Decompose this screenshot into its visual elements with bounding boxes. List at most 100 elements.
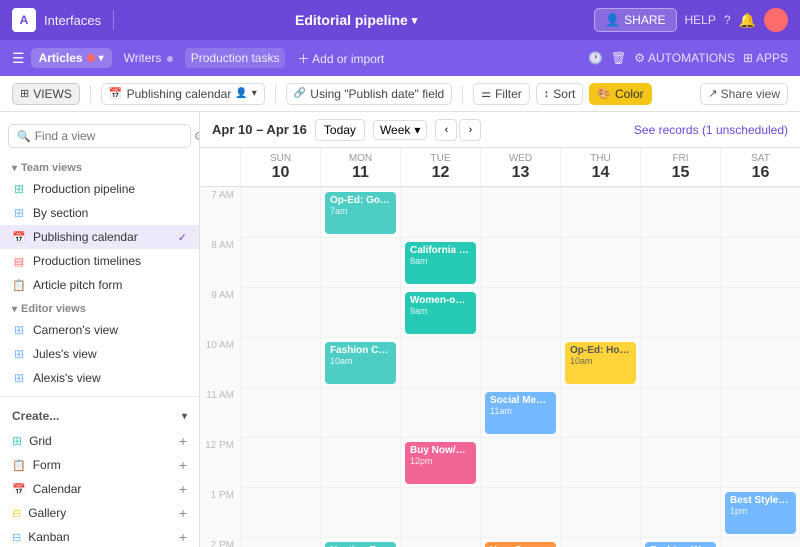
event-title: Op-Ed: How Lockd... <box>570 345 631 356</box>
hour-line <box>481 487 560 537</box>
hour-line <box>481 287 560 337</box>
user-avatar[interactable] <box>764 8 788 32</box>
grid-plus-icon[interactable]: + <box>179 433 187 449</box>
calendar-event[interactable]: Buy Now/Pay Later ...12pm <box>405 442 476 484</box>
calendar-event[interactable]: Op-Ed: Google and...7am <box>325 192 396 234</box>
help-button[interactable]: HELP <box>685 13 716 27</box>
hour-line <box>321 387 400 437</box>
create-gallery[interactable]: ⊟ Gallery + <box>0 501 199 525</box>
help-icon[interactable]: ? <box>724 13 731 27</box>
using-publish-date-button[interactable]: 🔗 Using "Publish date" field <box>286 83 452 105</box>
writers-tab[interactable]: Writers <box>118 48 179 68</box>
apps-grid-icon: ⊞ <box>743 51 753 65</box>
calendar-event[interactable]: Best Style Release...1pm <box>725 492 796 534</box>
filter-button[interactable]: ⚌ Filter <box>473 83 530 105</box>
share-view-button[interactable]: ↗ Share view <box>700 83 788 105</box>
hamburger-icon[interactable]: ☰ <box>12 50 25 67</box>
calendar-plus-icon[interactable]: + <box>179 481 187 497</box>
automations-button[interactable]: ⚙ AUTOMATIONS <box>634 51 735 65</box>
kanban-plus-icon[interactable]: + <box>179 529 187 545</box>
grid3-icon: ⊞ <box>12 323 26 337</box>
calendar-event[interactable]: California Gas Pric...8am <box>405 242 476 284</box>
logo-area: A Interfaces <box>12 8 101 32</box>
hour-line <box>481 237 560 287</box>
hour-line <box>401 187 480 237</box>
calendar-event[interactable]: Nesting Remains Pr...2pm <box>325 542 396 547</box>
create-calendar[interactable]: 📅 Calendar + <box>0 477 199 501</box>
calendar-event[interactable]: Social Media Apps ...11am <box>485 392 556 434</box>
sidebar-item-publishing-calendar[interactable]: 📅 Publishing calendar ✓ <box>0 225 199 249</box>
hour-line <box>641 437 720 487</box>
sidebar-item-by-section[interactable]: ⊞ By section <box>0 201 199 225</box>
team-views-arrow-icon: ▾ <box>12 163 17 174</box>
trash-icon[interactable]: 🗑 <box>611 51 626 65</box>
dropdown-arrow-icon[interactable]: ▾ <box>412 14 418 27</box>
hour-line <box>561 287 640 337</box>
time-label: 2 PM <box>200 537 240 547</box>
calendar-event[interactable]: Women-owned Bra...9am <box>405 292 476 334</box>
clock-icon[interactable]: 🕐 <box>588 51 603 65</box>
editor-views-section[interactable]: ▾ Editor views <box>0 297 199 318</box>
form-plus-icon[interactable]: + <box>179 457 187 473</box>
gallery-plus-icon[interactable]: + <box>179 505 187 521</box>
sidebar-item-article-pitch-form[interactable]: 📋 Article pitch form <box>0 273 199 297</box>
create-section[interactable]: Create... ▾ <box>0 403 199 429</box>
time-label: 9 AM <box>200 287 240 337</box>
search-icon: 🔍 <box>17 130 31 143</box>
event-time: 10am <box>330 356 391 366</box>
color-button[interactable]: 🎨 Color <box>589 83 651 105</box>
publishing-calendar-button[interactable]: 📅 Publishing calendar 👤 ▾ <box>101 83 265 105</box>
hour-line <box>641 337 720 387</box>
sidebar-item-production-pipeline[interactable]: ⊞ Production pipeline <box>0 177 199 201</box>
views-button[interactable]: ⊞ VIEWS <box>12 83 80 105</box>
event-title: Buy Now/Pay Later ... <box>410 445 471 456</box>
sort-button[interactable]: ↕ Sort <box>536 83 584 105</box>
prev-arrow[interactable]: ‹ <box>435 119 457 141</box>
sidebar-item-production-timelines[interactable]: ▤ Production timelines <box>0 249 199 273</box>
main-area: 🔍 ⚙ ▾ Team views ⊞ Production pipeline ⊞… <box>0 112 800 547</box>
hour-line <box>241 237 320 287</box>
sidebar-item-jules-view[interactable]: ⊞ Jules's view <box>0 342 199 366</box>
create-form[interactable]: 📋 Form + <box>0 453 199 477</box>
share-button[interactable]: 👤 SHARE <box>594 8 676 32</box>
event-time: 10am <box>570 356 631 366</box>
create-kanban[interactable]: ⊟ Kanban + <box>0 525 199 547</box>
team-views-section[interactable]: ▾ Team views <box>0 156 199 177</box>
calendar-event[interactable]: Fashion Weeks Bal...2pm <box>645 542 716 547</box>
next-arrow[interactable]: › <box>459 119 481 141</box>
event-time: 9am <box>410 306 471 316</box>
search-input[interactable] <box>35 129 190 143</box>
calendar-event[interactable]: Your Sneak Peek at...2pm <box>485 542 556 547</box>
editor-views-arrow-icon: ▾ <box>12 304 17 315</box>
people-icon: 👤 <box>235 88 247 99</box>
hour-line <box>721 337 800 387</box>
calendar-event[interactable]: Fashion Collaborati...10am <box>325 342 396 384</box>
hour-line <box>321 437 400 487</box>
day-header-wed: Wed 13 <box>480 148 560 186</box>
header-right: 👤 SHARE HELP ? 🔔 <box>594 8 788 32</box>
sidebar-item-alexis-view[interactable]: ⊞ Alexis's view <box>0 366 199 390</box>
hour-line <box>401 387 480 437</box>
see-records-link[interactable]: See records (1 unscheduled) <box>634 123 788 137</box>
sidebar-item-label: Production pipeline <box>33 182 135 196</box>
hour-line <box>241 187 320 237</box>
sort-icon: ↕ <box>544 88 550 100</box>
hour-line <box>401 337 480 387</box>
today-button[interactable]: Today <box>315 119 365 141</box>
calendar-event[interactable]: Op-Ed: How Lockd...10am <box>565 342 636 384</box>
time-label: 10 AM <box>200 337 240 387</box>
filter-icon: ⚌ <box>481 87 491 100</box>
production-tasks-tab[interactable]: Production tasks <box>185 48 286 68</box>
sidebar-item-camerons-view[interactable]: ⊞ Cameron's view <box>0 318 199 342</box>
nav-arrows: ‹ › <box>435 119 481 141</box>
apps-button[interactable]: ⊞ APPS <box>743 51 788 65</box>
create-gallery-icon: ⊟ <box>12 507 21 520</box>
articles-tab[interactable]: Articles ▾ <box>31 48 112 68</box>
create-grid[interactable]: ⊞ Grid + <box>0 429 199 453</box>
bell-icon[interactable]: 🔔 <box>739 12 756 29</box>
hour-line <box>241 337 320 387</box>
add-or-import-tab[interactable]: ＋ Add or import <box>291 47 390 70</box>
sub-header: ☰ Articles ▾ Writers Production tasks ＋ … <box>0 40 800 76</box>
week-selector[interactable]: Week ▾ <box>373 120 428 140</box>
date-range: Apr 10 – Apr 16 <box>212 122 307 137</box>
